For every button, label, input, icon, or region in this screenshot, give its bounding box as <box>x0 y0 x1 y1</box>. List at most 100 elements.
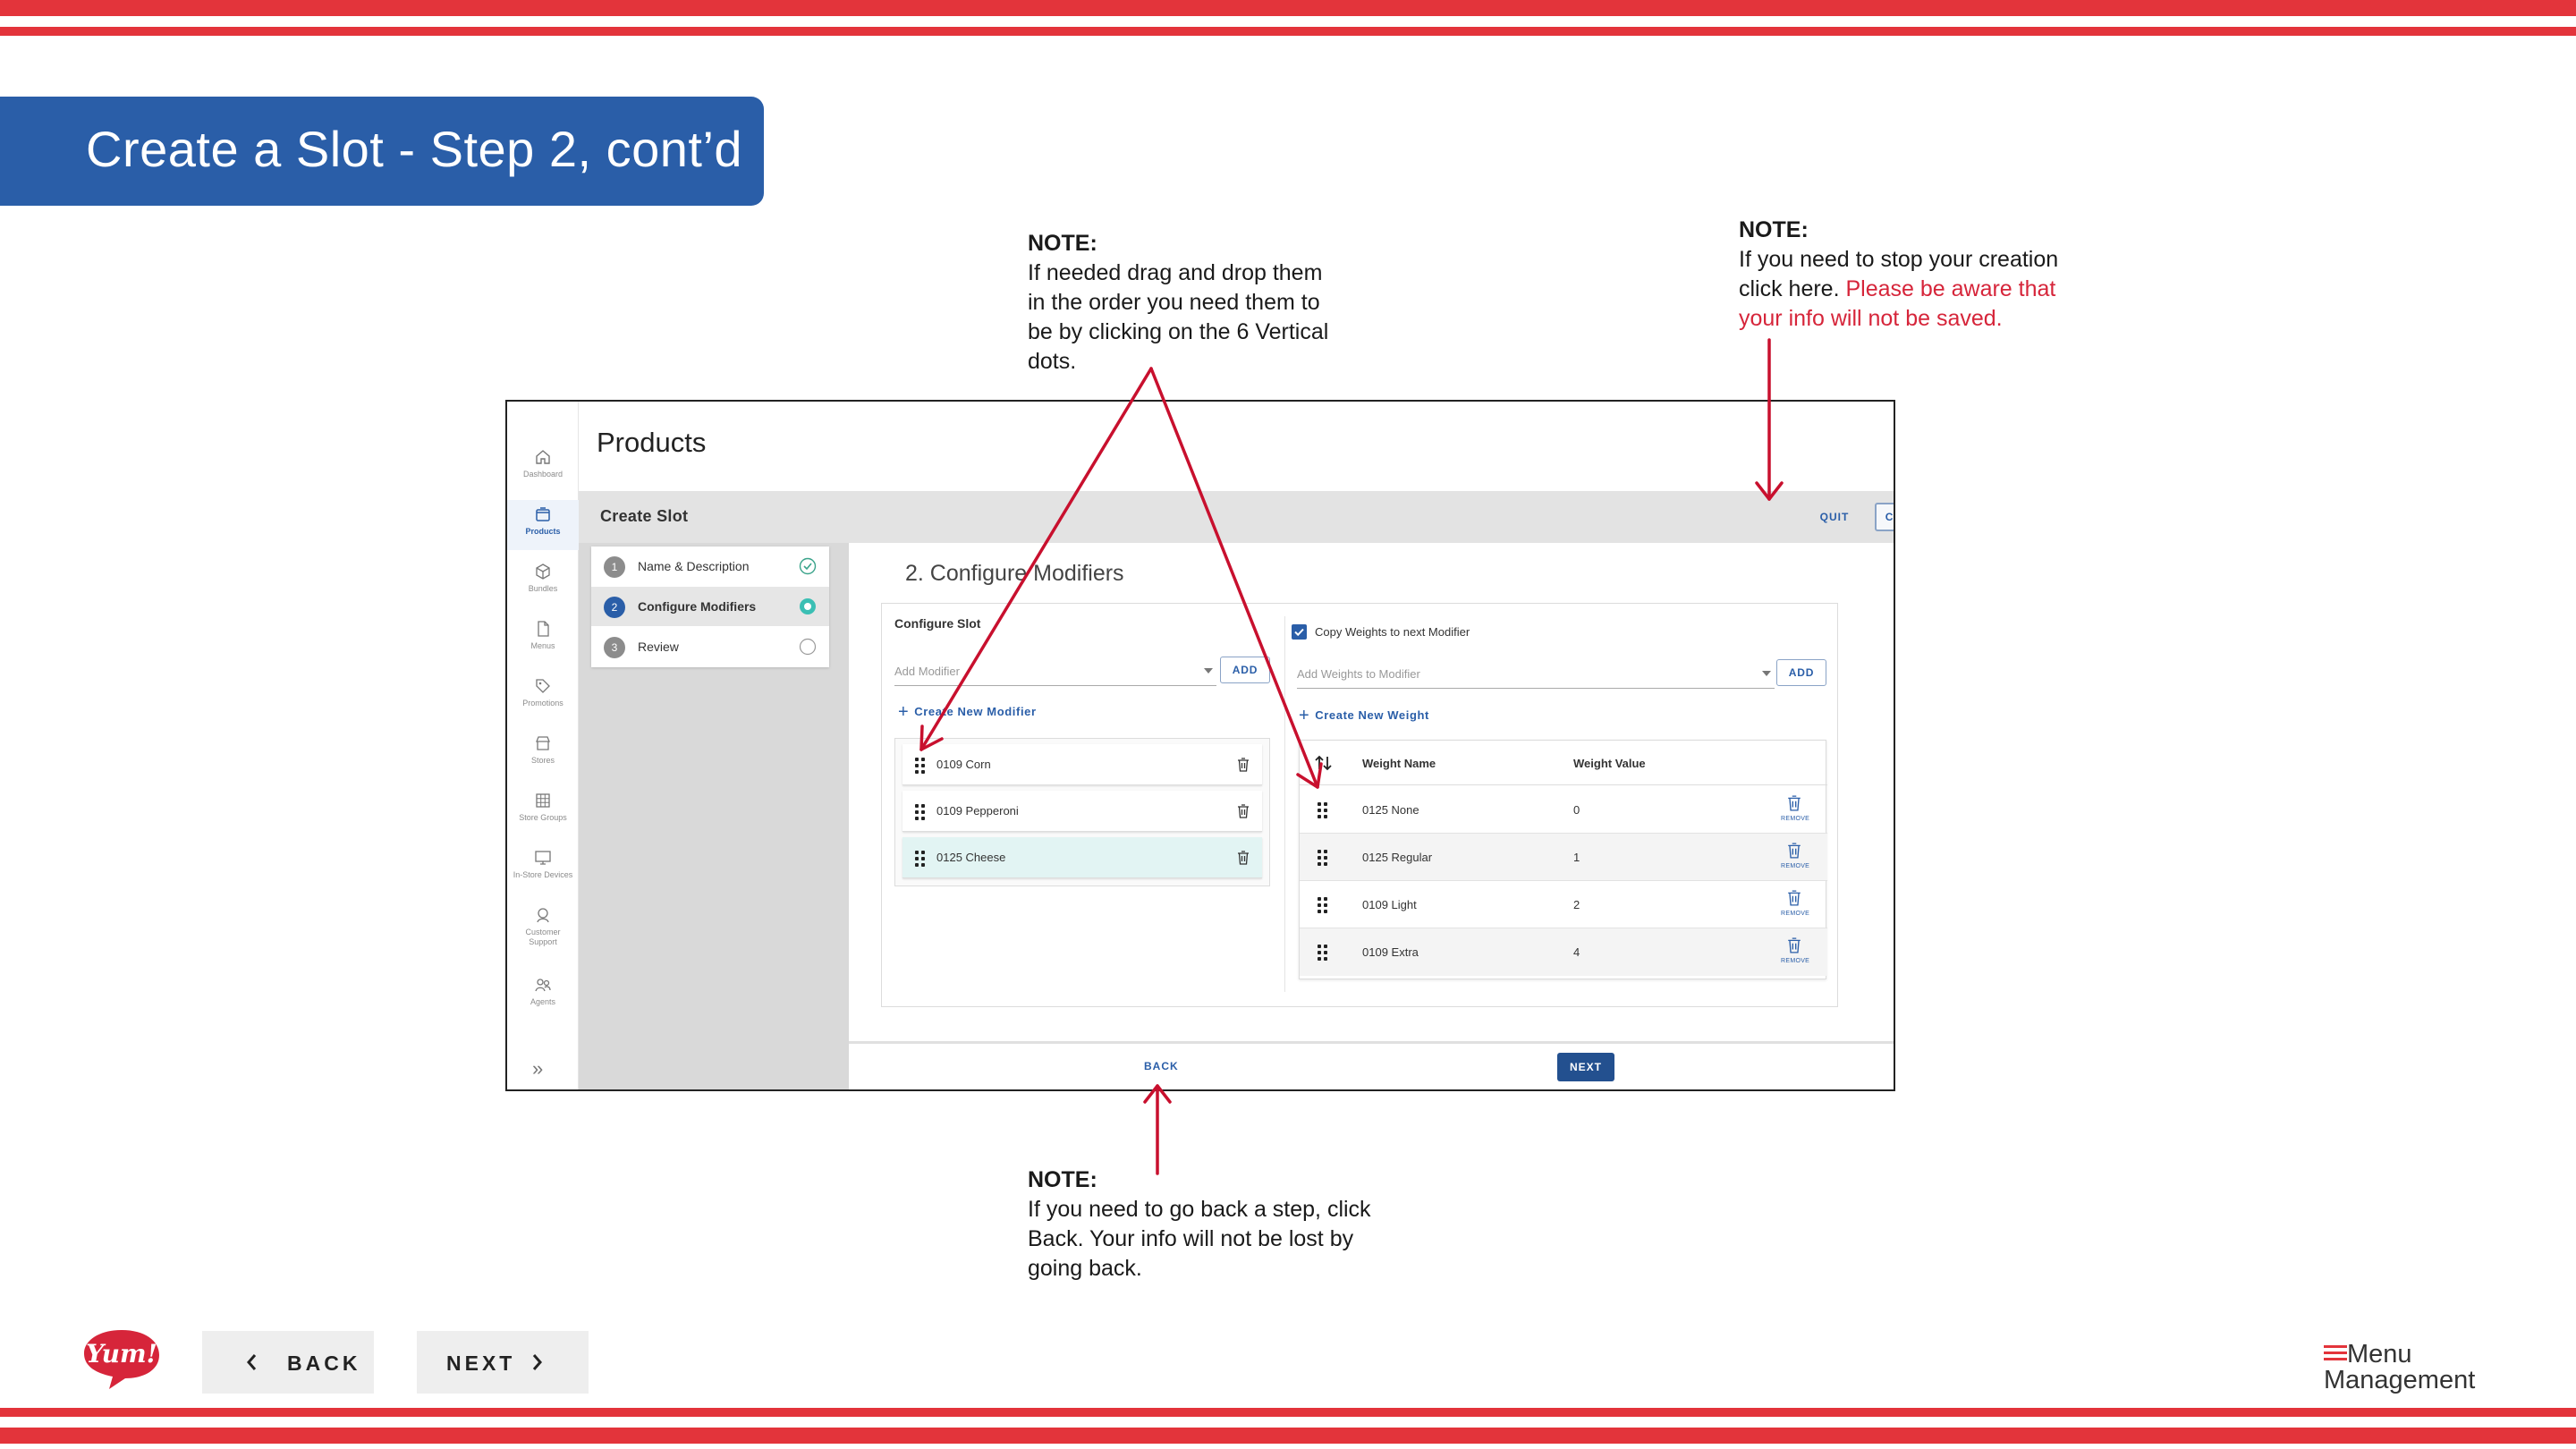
trash-icon[interactable] <box>1237 758 1250 772</box>
note-warning: Please be aware that <box>1845 276 2056 301</box>
rail-item-stores[interactable]: Stores <box>507 734 579 779</box>
nav-rail: Dashboard Products Bundles Menus Promoti… <box>507 402 579 1089</box>
rail-item-dashboard[interactable]: Dashboard <box>507 448 579 493</box>
note-line: If you need to stop your creation <box>1739 247 2059 272</box>
remove-label: REMOVE <box>1781 863 1810 869</box>
tag-icon <box>536 679 550 693</box>
rail-label: In-Store Devices <box>513 870 573 879</box>
add-modifier-button[interactable]: ADD <box>1220 657 1270 683</box>
rail-label: Store Groups <box>519 813 567 822</box>
rail-item-store-groups[interactable]: Store Groups <box>507 792 579 836</box>
weights-table-header: Weight Name Weight Value <box>1300 741 1827 785</box>
rail-label: Dashboard <box>522 470 564 479</box>
weight-name: 0109 Extra <box>1362 945 1419 959</box>
step-number: 1 <box>604 556 625 578</box>
remove-label: REMOVE <box>1781 911 1810 917</box>
chevron-down-icon <box>1204 668 1213 674</box>
step-review[interactable]: 3 Review <box>591 627 829 666</box>
step-label: Name & Description <box>638 559 750 573</box>
step-configure-modifiers[interactable]: 2 Configure Modifiers <box>591 587 829 626</box>
remove-label: REMOVE <box>1781 958 1810 964</box>
create-button[interactable]: CREATE <box>1875 503 1894 531</box>
rail-item-agents[interactable]: Agents <box>507 976 579 1021</box>
create-new-weight-link[interactable]: + Create New Weight <box>1299 706 1429 726</box>
slide-next-button[interactable]: NEXT <box>417 1331 589 1394</box>
rail-item-menus[interactable]: Menus <box>507 620 579 665</box>
weight-value: 1 <box>1573 851 1580 864</box>
weight-value: 4 <box>1573 945 1580 959</box>
sort-icon[interactable] <box>1314 754 1334 772</box>
note-line: in the order you need them to <box>1028 290 1320 315</box>
slide-back-label: BACK <box>287 1352 361 1375</box>
rail-item-products[interactable]: Products <box>507 500 579 550</box>
copy-weights-label: Copy Weights to next Modifier <box>1315 625 1470 639</box>
add-weight-button[interactable]: ADD <box>1776 659 1826 686</box>
trash-icon[interactable] <box>1237 851 1250 865</box>
wizard-back-button[interactable]: BACK <box>1144 1060 1179 1072</box>
note-line: be by clicking on the 6 Vertical <box>1028 319 1329 344</box>
stepper: 1 Name & Description 2 Configure Modifie… <box>591 547 829 667</box>
trash-icon <box>1788 795 1801 811</box>
modifier-name: 0109 Pepperoni <box>936 804 1019 818</box>
drag-handle-icon[interactable] <box>915 758 925 774</box>
remove-weight-button[interactable]: REMOVE <box>1781 843 1810 869</box>
select-placeholder: Add Modifier <box>894 665 960 678</box>
remove-weight-button[interactable]: REMOVE <box>1781 937 1810 964</box>
configure-slot-label: Configure Slot <box>894 616 981 631</box>
modifier-item[interactable]: 0109 Pepperoni <box>902 791 1262 832</box>
plus-icon: + <box>898 702 910 722</box>
drag-handle-icon[interactable] <box>1318 897 1327 913</box>
stepper-panel: 1 Name & Description 2 Configure Modifie… <box>579 543 849 1089</box>
drag-handle-icon[interactable] <box>1318 802 1327 818</box>
drag-handle-icon[interactable] <box>915 804 925 820</box>
slide-back-button[interactable]: BACK <box>202 1331 374 1394</box>
copy-weights-checkbox[interactable] <box>1292 624 1307 640</box>
drag-handle-icon[interactable] <box>1318 850 1327 866</box>
note-drag-drop: NOTE: If needed drag and drop them in th… <box>1028 229 1328 377</box>
top-stripe <box>0 0 2576 16</box>
note-text: click here. <box>1739 276 1846 301</box>
note-line: going back. <box>1028 1256 1142 1281</box>
rail-item-promotions[interactable]: Promotions <box>507 677 579 722</box>
store-icon <box>536 736 550 750</box>
create-new-modifier-link[interactable]: + Create New Modifier <box>898 702 1037 723</box>
modifier-item-selected[interactable]: 0125 Cheese <box>902 837 1262 878</box>
modifier-name: 0109 Corn <box>936 758 991 771</box>
note-heading: NOTE: <box>1739 217 1809 242</box>
note-warning: your info will not be saved. <box>1739 306 2003 331</box>
weight-row[interactable]: 0109 Light 2 REMOVE <box>1300 881 1827 928</box>
trash-icon[interactable] <box>1237 804 1250 818</box>
weight-row[interactable]: 0125 Regular 1 REMOVE <box>1300 834 1827 881</box>
modifier-item[interactable]: 0109 Corn <box>902 744 1262 785</box>
add-weights-select[interactable]: Add Weights to Modifier <box>1297 667 1775 689</box>
weight-row[interactable]: 0109 Extra 4 REMOVE <box>1300 928 1827 976</box>
drag-handle-icon[interactable] <box>1318 945 1327 961</box>
rail-label: Customer Support <box>525 928 561 946</box>
remove-weight-button[interactable]: REMOVE <box>1781 890 1810 917</box>
drag-handle-icon[interactable] <box>915 851 925 867</box>
remove-weight-button[interactable]: REMOVE <box>1781 795 1809 822</box>
chevron-left-icon <box>247 1354 257 1370</box>
step-number: 2 <box>604 597 625 618</box>
step-name-description[interactable]: 1 Name & Description <box>591 547 829 586</box>
weight-row[interactable]: 0125 None 0 REMOVE <box>1300 786 1827 834</box>
bottom-stripe-thin <box>0 1408 2576 1417</box>
rail-label: Stores <box>530 756 555 765</box>
monitor-icon <box>535 851 551 865</box>
plus-icon: + <box>1299 706 1310 725</box>
rail-item-bundles[interactable]: Bundles <box>507 563 579 607</box>
check-circle-icon <box>799 557 817 575</box>
note-back: NOTE: If you need to go back a step, cli… <box>1028 1165 1371 1284</box>
logo-bars <box>2324 1345 2347 1364</box>
wizard-next-button[interactable]: NEXT <box>1557 1053 1614 1081</box>
expand-icon[interactable]: » <box>532 1057 543 1080</box>
step-label: Configure Modifiers <box>638 599 757 614</box>
bar-title: Create Slot <box>600 507 689 525</box>
rail-item-in-store-devices[interactable]: In-Store Devices <box>507 849 579 894</box>
quit-button[interactable]: QUIT <box>1811 506 1858 528</box>
app-screenshot: Dashboard Products Bundles Menus Promoti… <box>505 400 1895 1091</box>
radio-empty-icon <box>799 638 817 656</box>
note-heading: NOTE: <box>1028 1167 1097 1192</box>
add-modifier-select[interactable]: Add Modifier <box>894 665 1216 686</box>
rail-item-customer-support[interactable]: Customer Support <box>507 906 579 962</box>
